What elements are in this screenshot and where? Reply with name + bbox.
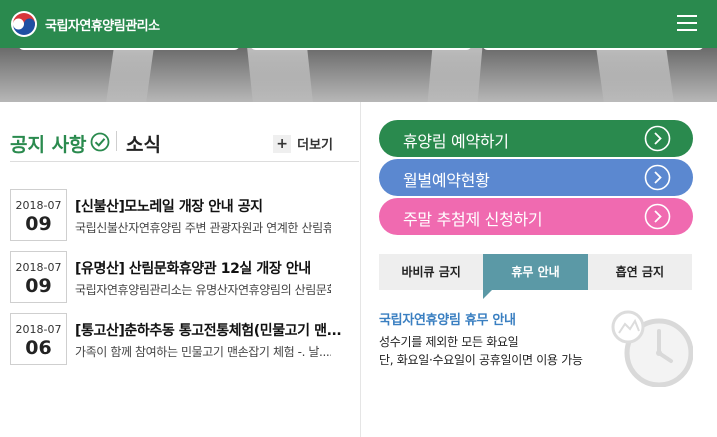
notice-item[interactable]: 2018-07 09 [유명산] 산림문화휴양관 12실 개장 안내 국립자연휴… <box>10 251 359 305</box>
tab-closure-info[interactable]: 휴무 안내 <box>483 254 588 299</box>
org-name[interactable]: 국립자연휴양림관리소 <box>45 15 160 34</box>
closure-info-line: 단, 화요일·수요일이 공휴일이면 이용 가능 <box>379 353 583 367</box>
notice-desc: 국립자연휴양림관리소는 유명산자연휴양림의 산림문화휴 <box>75 283 331 297</box>
tab-news[interactable]: 소식 <box>126 130 161 157</box>
taegeuk-logo-icon[interactable] <box>10 10 38 38</box>
date-badge: 2018-07 09 <box>10 251 67 303</box>
notice-title[interactable]: [신불산]모노레일 개장 안내 공지 <box>75 196 357 216</box>
more-label: 더보기 <box>297 138 333 153</box>
reserve-label: 휴양림 예약하기 <box>403 132 509 151</box>
date-day: 09 <box>25 213 52 235</box>
notice-item[interactable]: 2018-07 09 [신불산]모노레일 개장 안내 공지 국립신불산자연휴양림… <box>10 189 359 243</box>
tab-no-smoking[interactable]: 흡연 금지 <box>588 254 692 290</box>
arrow-right-circle-icon <box>644 164 671 191</box>
monthly-status-label: 월별예약현황 <box>403 171 490 190</box>
notice-title[interactable]: [유명산] 산림문화휴양관 12실 개장 안내 <box>75 258 357 278</box>
tab-no-barbecue[interactable]: 바비큐 금지 <box>379 254 483 290</box>
weekend-lottery-label: 주말 추첨제 신청하기 <box>403 210 543 229</box>
plus-icon: + <box>273 134 292 153</box>
closure-info-line: 성수기를 제외한 모든 화요일 <box>379 335 519 349</box>
notice-desc: 가족이 함께 참여하는 민물고기 맨손잡기 체험 -. 날.... <box>75 345 331 359</box>
hero-card-edge <box>250 48 472 50</box>
notice-desc: 국립신불산자연휴양림 주변 관광자원과 연계한 산림휴양 <box>75 221 331 235</box>
info-tabs: 바비큐 금지 휴무 안내 흡연 금지 <box>379 254 692 299</box>
top-header: 국립자연휴양림관리소 <box>0 0 717 48</box>
arrow-right-circle-icon <box>644 125 671 152</box>
closure-info-title: 국립자연휴양림 휴무 안내 <box>379 313 516 328</box>
notice-header: 공지 사항 소식 + 더보기 <box>10 130 359 162</box>
notice-title[interactable]: [통고산]춘하추동 통고전통체험(민물고기 맨... <box>75 320 357 340</box>
reserve-button[interactable]: 휴양림 예약하기 <box>379 120 693 157</box>
hero-card-edge <box>18 48 240 50</box>
date-day: 06 <box>25 337 52 359</box>
clock-icon <box>611 310 693 387</box>
date-year-month: 2018-07 <box>15 323 62 336</box>
quick-panel: 휴양림 예약하기 월별예약현황 주말 추첨제 신청하기 바비큐 금지 휴무 안내… <box>360 102 717 437</box>
monthly-status-button[interactable]: 월별예약현황 <box>379 159 693 196</box>
hero-card-edge <box>482 48 704 50</box>
date-badge: 2018-07 09 <box>10 189 67 241</box>
divider <box>116 131 117 151</box>
notice-panel: 공지 사항 소식 + 더보기 2018-07 09 [신불산]모노레일 개장 안… <box>0 102 359 437</box>
check-circle-icon <box>90 132 110 152</box>
more-button[interactable]: + 더보기 <box>273 134 333 153</box>
tab-notices[interactable]: 공지 사항 <box>10 130 87 157</box>
hero-image <box>0 48 717 102</box>
date-day: 09 <box>25 275 52 297</box>
date-badge: 2018-07 06 <box>10 313 67 365</box>
date-year-month: 2018-07 <box>15 199 62 212</box>
weekend-lottery-button[interactable]: 주말 추첨제 신청하기 <box>379 198 693 235</box>
hamburger-menu-icon[interactable] <box>677 15 697 33</box>
date-year-month: 2018-07 <box>15 261 62 274</box>
arrow-right-circle-icon <box>644 203 671 230</box>
notice-item[interactable]: 2018-07 06 [통고산]춘하추동 통고전통체험(민물고기 맨... 가족… <box>10 313 359 367</box>
